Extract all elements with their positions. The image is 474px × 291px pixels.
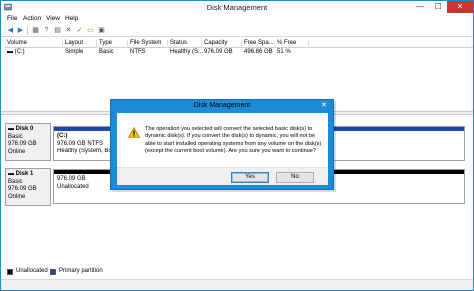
volume-cell: ▬ (C:) — [7, 49, 25, 55]
disk-0-size: 976.09 GB — [8, 141, 37, 147]
dialog-title[interactable]: Disk Management — [111, 102, 333, 109]
title-bar[interactable]: Disk Management — ☐ ✕ — [1, 1, 473, 14]
layout-cell: Simple — [65, 49, 84, 55]
partition-state: Healthy (System, Boot, Page File, Active… — [57, 148, 117, 154]
disk-0-name: ▬ Disk 0 — [8, 126, 34, 132]
table-row[interactable]: ▬ (C:) Simple Basic NTFS Healthy (S... 9… — [5, 48, 473, 57]
no-button[interactable]: No — [276, 172, 314, 183]
file-system-cell: NTFS — [130, 49, 146, 55]
dialog-body: The operation you selected will convert … — [117, 113, 328, 185]
menu-view[interactable]: View — [46, 15, 60, 22]
unallocated-swatch — [7, 269, 13, 275]
disk-0-status: Online — [8, 148, 26, 155]
legend: Unallocated Primary partition — [5, 267, 473, 277]
open-icon[interactable]: ▭ — [86, 26, 95, 35]
convert-dynamic-dialog: Disk Management ✕ The operation you sele… — [110, 99, 334, 190]
close-x-icon[interactable]: ✕ — [64, 26, 73, 35]
column-type[interactable]: Type — [97, 40, 128, 48]
column-percent-free[interactable]: % Free — [275, 40, 309, 48]
toolbar: ◀ ▶ ▦ ? ▤ ✕ ✓ ▭ ▣ — [1, 24, 473, 37]
column-layout[interactable]: Layout — [63, 40, 97, 48]
back-icon[interactable]: ◀ — [6, 26, 15, 35]
yes-button[interactable]: Yes — [231, 172, 269, 183]
disk-1-label[interactable]: ▬ Disk 1 Basic 976.09 GB Online — [5, 168, 51, 206]
legend-unallocated: Unallocated — [16, 268, 48, 274]
warning-icon — [128, 127, 140, 138]
percent-free-cell: 51 % — [277, 49, 291, 55]
dialog-footer: Yes No — [117, 167, 328, 185]
disk-1-size: 976.09 GB — [8, 186, 37, 192]
column-volume[interactable]: Volume — [5, 40, 63, 48]
disk-0-label[interactable]: ▬ Disk 0 Basic 976.09 GB Online — [5, 123, 51, 161]
legend-primary-partition: Primary partition — [59, 268, 103, 274]
forward-icon[interactable]: ▶ — [16, 26, 25, 35]
type-cell: Basic — [99, 49, 114, 55]
primary-partition-swatch — [50, 269, 56, 275]
properties-icon[interactable]: ▤ — [53, 26, 62, 35]
console-tree-icon[interactable]: ▦ — [31, 26, 40, 35]
column-free-space[interactable]: Free Spa... — [242, 40, 275, 48]
disk-1-type: Basic — [8, 178, 23, 185]
help-icon[interactable]: ? — [42, 26, 51, 35]
free-space-cell: 496.86 GB — [244, 49, 273, 55]
toolbar-separator — [27, 26, 28, 35]
capacity-cell: 976.09 GB — [204, 49, 233, 55]
close-button[interactable]: ✕ — [447, 1, 473, 13]
disk-0-type: Basic — [8, 133, 23, 140]
dialog-close-button[interactable]: ✕ — [316, 101, 332, 111]
column-capacity[interactable]: Capacity — [202, 40, 242, 48]
volume-list-header: Volume Layout Type File System Status Ca… — [5, 39, 473, 48]
status-cell: Healthy (S... — [170, 49, 204, 55]
window-title: Disk Management — [206, 3, 268, 12]
dialog-message: The operation you selected will convert … — [145, 126, 322, 154]
column-file-system[interactable]: File System — [128, 40, 168, 48]
disk-1-name: ▬ Disk 1 — [8, 171, 34, 177]
minimize-button[interactable]: — — [411, 1, 429, 13]
menu-bar: File Action View Help — [1, 14, 473, 24]
menu-action[interactable]: Action — [23, 15, 41, 22]
maximize-button[interactable]: ☐ — [429, 1, 447, 13]
column-status[interactable]: Status — [168, 40, 202, 48]
menu-help[interactable]: Help — [65, 15, 78, 22]
status-bar — [1, 279, 473, 290]
menu-file[interactable]: File — [7, 15, 17, 22]
check-icon[interactable]: ✓ — [75, 26, 84, 35]
disk-1-status: Online — [8, 193, 26, 200]
window-icon[interactable]: ▣ — [97, 26, 106, 35]
